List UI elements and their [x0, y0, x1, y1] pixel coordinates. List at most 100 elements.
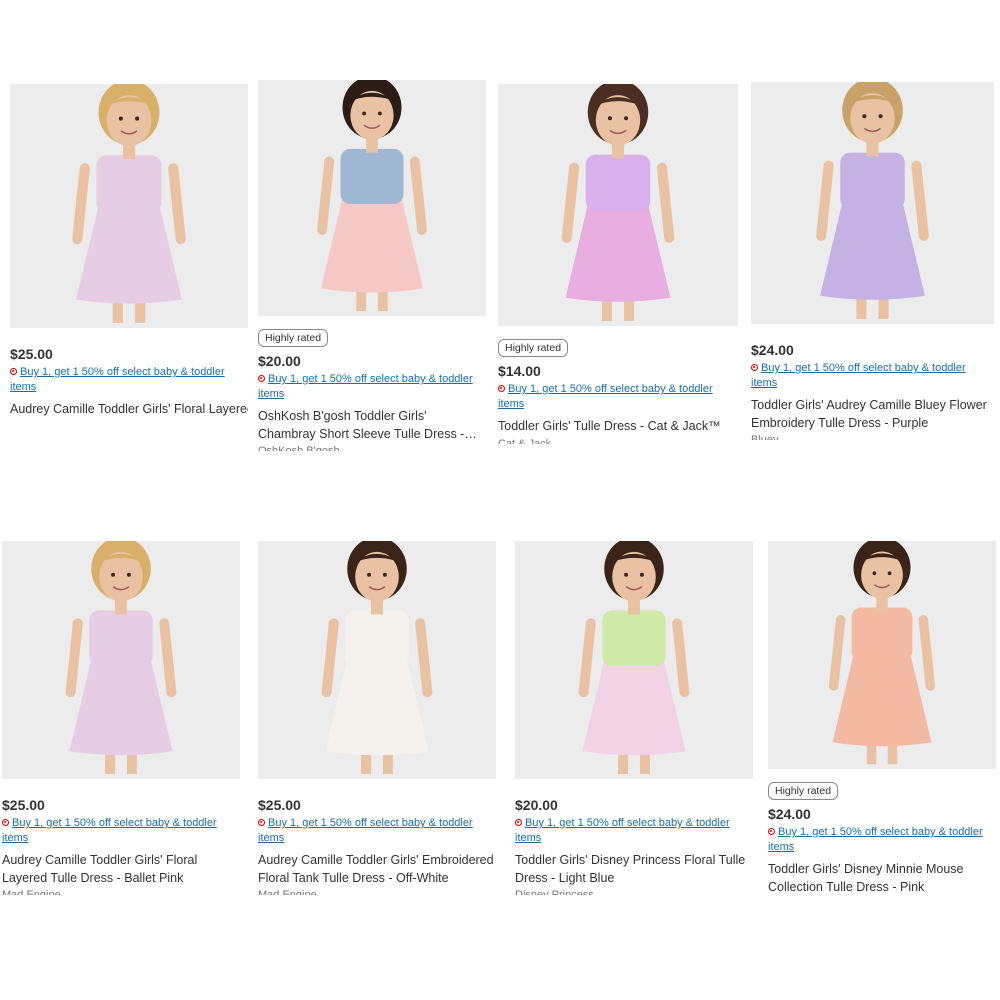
promo-link[interactable]: Buy 1, get 1 50% off select baby & toddl…	[515, 816, 753, 846]
product-price: $20.00	[258, 353, 301, 369]
promo-link[interactable]: Buy 1, get 1 50% off select baby & toddl…	[258, 372, 486, 402]
product-brand: Mad Engine	[2, 889, 61, 895]
product-image[interactable]	[258, 80, 486, 316]
child-neck	[115, 600, 127, 615]
product-photo	[828, 541, 936, 765]
product-image[interactable]	[258, 541, 496, 779]
product-price: $25.00	[258, 797, 301, 813]
product-photo	[317, 80, 427, 312]
dress-skirt	[69, 660, 173, 756]
dress-bodice	[89, 610, 153, 666]
highly-rated-badge: Highly rated	[768, 782, 839, 800]
product-price: $24.00	[751, 342, 794, 358]
dress-bodice	[345, 610, 409, 666]
product-brand: Mad Engine	[258, 889, 317, 895]
promo-icon	[2, 819, 9, 826]
child-neck	[611, 144, 625, 159]
child-eye	[135, 116, 140, 121]
dress-skirt	[320, 198, 424, 293]
product-title[interactable]: Audrey Camille Toddler Girls' Embroidere…	[258, 852, 496, 887]
promo-link[interactable]: Buy 1, get 1 50% off select baby & toddl…	[751, 361, 994, 391]
child-eye	[367, 572, 372, 577]
product-title[interactable]: Toddler Girls' Audrey Camille Bluey Flow…	[751, 397, 994, 432]
dress-bodice	[602, 610, 666, 666]
dress-bodice	[585, 154, 651, 212]
product-title[interactable]: Toddler Girls' Disney Minnie Mouse Colle…	[768, 861, 996, 896]
product-image[interactable]	[10, 84, 248, 328]
product-image[interactable]	[751, 82, 994, 324]
child-arm	[828, 615, 846, 691]
child-neck	[628, 600, 640, 615]
product-price: $20.00	[515, 797, 558, 813]
dress-skirt	[582, 660, 686, 756]
promo-icon	[10, 368, 17, 375]
child-arm	[911, 160, 929, 241]
product-title[interactable]: Audrey Camille Toddler Girls' Floral Lay…	[2, 852, 240, 887]
promo-link[interactable]: Buy 1, get 1 50% off select baby & toddl…	[768, 825, 996, 855]
product-brand: Cat & Jack	[498, 437, 552, 444]
product-photo	[816, 82, 929, 319]
child-eye	[362, 111, 367, 116]
promo-link[interactable]: Buy 1, get 1 50% off select baby & toddl…	[498, 382, 738, 412]
child-arm	[409, 156, 427, 235]
child-arm	[672, 618, 690, 698]
product-image[interactable]	[768, 541, 996, 769]
dress-skirt	[820, 203, 925, 300]
child-eye	[862, 114, 867, 119]
promo-icon	[751, 364, 758, 371]
promo-icon	[498, 385, 505, 392]
promo-icon	[258, 375, 265, 382]
child-eye	[111, 572, 116, 577]
product-photo	[72, 84, 186, 323]
child-arm	[317, 156, 335, 235]
highly-rated-badge: Highly rated	[498, 339, 569, 357]
product-brand: Disney Princess	[515, 889, 594, 895]
product-brand: Bluey	[751, 434, 779, 440]
product-image[interactable]	[515, 541, 753, 779]
dress-bodice	[840, 152, 905, 210]
child-arm	[561, 162, 580, 243]
product-image[interactable]	[498, 84, 738, 326]
promo-link[interactable]: Buy 1, get 1 50% off select baby & toddl…	[10, 365, 248, 395]
child-eye	[878, 114, 883, 119]
product-photo	[65, 541, 177, 775]
child-eye	[382, 572, 387, 577]
product-title[interactable]: Toddler Girls' Tulle Dress - Cat & Jack™	[498, 418, 738, 436]
product-title[interactable]: OshKosh B'gosh Toddler Girls' Chambray S…	[258, 408, 486, 443]
child-eye	[377, 111, 382, 116]
product-photo	[578, 541, 690, 775]
promo-icon	[258, 819, 265, 826]
promo-link[interactable]: Buy 1, get 1 50% off select baby & toddl…	[258, 816, 496, 846]
child-arm	[816, 160, 834, 241]
child-eye	[118, 116, 123, 121]
dress-skirt	[76, 206, 182, 304]
dress-bodice	[851, 607, 913, 661]
child-arm	[656, 162, 675, 243]
child-neck	[371, 600, 383, 615]
product-title[interactable]: Toddler Girls' Disney Princess Floral Tu…	[515, 852, 753, 887]
product-price: $25.00	[10, 346, 53, 362]
product-price: $14.00	[498, 363, 541, 379]
child-eye	[887, 571, 892, 576]
child-neck	[122, 145, 136, 160]
child-arm	[321, 618, 339, 698]
product-price: $24.00	[768, 806, 811, 822]
product-price: $25.00	[2, 797, 45, 813]
child-eye	[624, 116, 629, 121]
product-photo	[321, 541, 433, 775]
product-title[interactable]: Audrey Camille Toddler Girls' Floral Lay…	[10, 401, 248, 419]
child-neck	[366, 139, 378, 153]
product-image[interactable]	[2, 541, 240, 779]
dress-skirt	[832, 655, 932, 747]
child-eye	[126, 572, 131, 577]
dress-bodice	[340, 148, 404, 204]
child-arm	[72, 163, 90, 245]
child-eye	[607, 116, 612, 121]
promo-link[interactable]: Buy 1, get 1 50% off select baby & toddl…	[2, 816, 240, 846]
promo-icon	[515, 819, 522, 826]
child-neck	[876, 598, 888, 612]
child-arm	[168, 163, 186, 245]
child-eye	[872, 571, 877, 576]
child-arm	[918, 615, 936, 691]
child-arm	[578, 618, 596, 698]
